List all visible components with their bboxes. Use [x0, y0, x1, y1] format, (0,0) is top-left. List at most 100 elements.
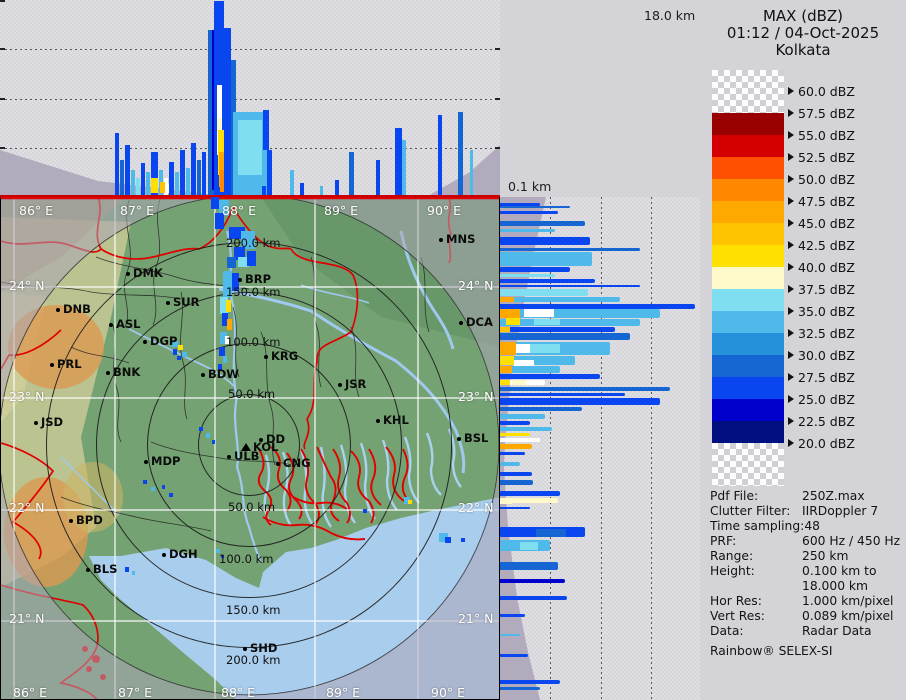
info-key: Vert Res:	[710, 609, 765, 623]
radar-site-marker: KOL	[241, 440, 279, 454]
station-marker: KHL	[376, 413, 409, 428]
gridline	[651, 197, 652, 700]
echo-row	[500, 507, 530, 509]
station-marker: DGP	[143, 334, 177, 349]
echo-core	[500, 444, 512, 449]
echo-column	[125, 145, 130, 195]
legend-label-row: 35.0 dBZ	[788, 304, 855, 319]
echo-speck	[199, 427, 203, 431]
station-dot	[69, 519, 73, 523]
legend-label: 27.5 dBZ	[798, 369, 855, 385]
station-label: BLS	[93, 562, 118, 576]
info-row: PRF: 600 Hz / 450 Hz	[710, 534, 906, 549]
info-key: Time sampling:	[710, 519, 805, 533]
echo-column	[191, 143, 196, 195]
legend-no-data-swatch	[712, 443, 784, 486]
echo-row	[500, 252, 592, 266]
echo-column	[262, 186, 266, 195]
station-dot	[439, 238, 443, 242]
station-label: MNS	[446, 232, 476, 246]
legend-arrow-icon	[788, 131, 794, 139]
info-row: Data: Radar Data	[710, 624, 906, 639]
echo-core	[530, 344, 560, 353]
info-key: Hor Res:	[710, 594, 762, 608]
echo-row	[500, 452, 525, 455]
station-marker: DNB	[56, 302, 91, 317]
echo-row	[500, 274, 555, 277]
legend-label: 47.5 dBZ	[798, 193, 855, 209]
station-label: MDP	[151, 454, 181, 468]
echo-row	[500, 579, 565, 583]
legend-color-swatch	[712, 179, 784, 201]
station-dot	[457, 437, 461, 441]
station-marker: DGH	[162, 547, 198, 562]
echo-column	[402, 140, 406, 195]
echo-row	[500, 285, 640, 287]
echo-core	[524, 309, 554, 317]
info-key: Height:	[710, 564, 755, 578]
product-datetime: 01:12 / 04-Oct-2025	[726, 24, 880, 42]
legend-label-row: 32.5 dBZ	[788, 326, 855, 341]
legend-color-swatch	[712, 135, 784, 157]
echo-core	[520, 542, 538, 550]
station-dot	[126, 272, 130, 276]
info-key: Pdf File:	[710, 489, 759, 503]
echo-core	[500, 433, 510, 436]
legend-arrow-icon	[788, 263, 794, 271]
station-marker: PRL	[50, 357, 82, 372]
info-row: Hor Res: 1.000 km/pixel	[710, 594, 906, 609]
top-profile-panel	[0, 0, 500, 197]
echo-row	[500, 562, 558, 570]
station-dot	[166, 301, 170, 305]
info-value: 250 km	[802, 549, 849, 563]
echo-speck	[445, 537, 451, 543]
echo-core	[514, 360, 534, 366]
range-ring-label: 50.0 km	[228, 387, 276, 401]
station-label: DMK	[133, 266, 163, 280]
longitude-label: 88° E	[222, 203, 257, 218]
longitude-label: 90° E	[431, 685, 466, 700]
legend-arrow-icon	[788, 329, 794, 337]
info-value: IIRDoppler 7	[802, 504, 879, 518]
legend-label-row: 55.0 dBZ	[788, 128, 855, 143]
info-value: Radar Data	[802, 624, 872, 638]
echo-core	[500, 342, 516, 355]
info-key: Range:	[710, 549, 754, 563]
longitude-label: 88° E	[221, 685, 256, 700]
legend-label-row: 42.5 dBZ	[788, 238, 855, 253]
echo-row	[500, 248, 640, 251]
echo-column	[395, 128, 402, 195]
echo-core	[500, 366, 512, 373]
info-row: Height: 0.100 km to	[710, 564, 906, 579]
legend-no-data-swatch	[712, 70, 784, 113]
echo-row	[500, 211, 558, 214]
gridline	[0, 49, 500, 50]
longitude-label: 89° E	[324, 203, 359, 218]
station-label: DCA	[466, 315, 493, 329]
echo-row	[500, 407, 582, 411]
right-profile-panel	[500, 197, 700, 700]
latitude-label: 21° N	[458, 611, 494, 626]
echo-row	[500, 596, 567, 600]
echo-column	[202, 152, 206, 195]
info-value: 600 Hz / 450 Hz	[802, 534, 901, 548]
echo-column	[267, 150, 272, 195]
legend-label: 60.0 dBZ	[798, 83, 855, 99]
legend-color-swatch	[712, 399, 784, 421]
range-ring-label: 150.0 km	[226, 285, 281, 299]
station-marker: BDW	[201, 367, 239, 382]
echo-row	[500, 427, 552, 431]
echo-row	[500, 634, 520, 636]
legend-label-row: 25.0 dBZ	[788, 392, 855, 407]
legend-arrow-icon	[788, 219, 794, 227]
echo-row	[500, 374, 600, 379]
legend-label-row: 40.0 dBZ	[788, 260, 855, 275]
echo-speck	[363, 509, 367, 513]
info-value: 48	[804, 519, 820, 533]
echo-speck	[227, 319, 232, 330]
legend-label-row: 52.5 dBZ	[788, 150, 855, 165]
legend-label: 45.0 dBZ	[798, 215, 855, 231]
echo-core	[500, 297, 514, 302]
info-value: 0.089 km/pixel	[802, 609, 894, 623]
station-dot	[238, 278, 242, 282]
